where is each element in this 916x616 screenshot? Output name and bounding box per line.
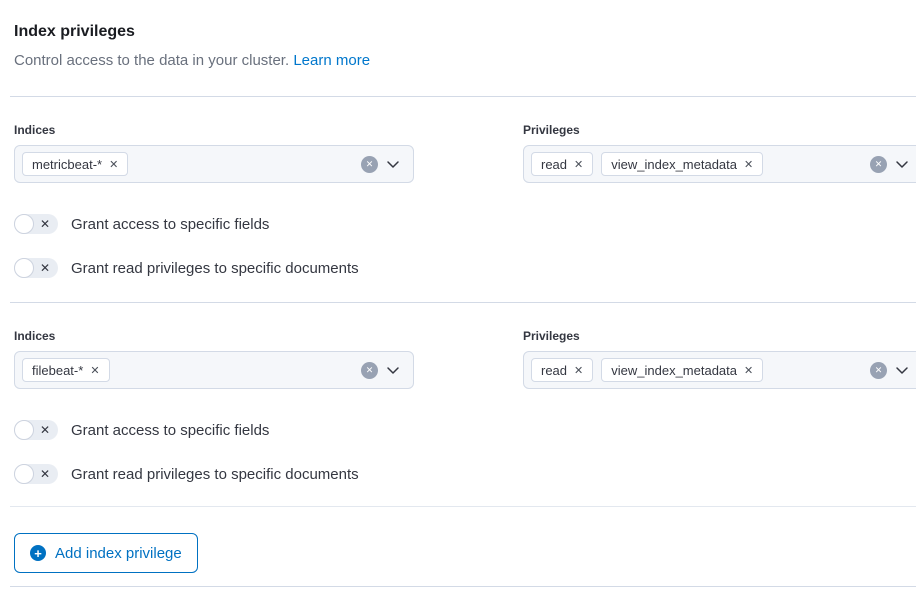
- switch-off-icon: ✕: [40, 218, 50, 230]
- privileges-label: Privileges: [523, 329, 916, 344]
- page-title: Index privileges: [14, 23, 916, 41]
- divider: [10, 302, 916, 303]
- remove-tag-icon[interactable]: ✕: [574, 364, 583, 377]
- chevron-down-icon[interactable]: [385, 156, 401, 172]
- remove-tag-icon[interactable]: ✕: [744, 364, 753, 377]
- chevron-down-icon[interactable]: [894, 156, 910, 172]
- grant-documents-label: Grant read privileges to specific docume…: [71, 260, 359, 277]
- switch-knob: [14, 464, 34, 484]
- switch-off-icon: ✕: [40, 424, 50, 436]
- combo-row: filebeat-* ✕ ✕ read ✕ view_index_metadat…: [14, 351, 916, 389]
- switch-knob: [14, 214, 34, 234]
- privilege-tag[interactable]: read ✕: [531, 358, 593, 382]
- indices-combobox[interactable]: metricbeat-* ✕ ✕: [14, 145, 414, 183]
- clear-selection-icon[interactable]: ✕: [870, 156, 887, 173]
- remove-tag-icon[interactable]: ✕: [574, 158, 583, 171]
- add-index-privilege-button[interactable]: + Add index privilege: [14, 533, 198, 573]
- switch-off-icon: ✕: [40, 468, 50, 480]
- privileges-combobox[interactable]: read ✕ view_index_metadata ✕ ✕: [523, 351, 916, 389]
- privilege-tag-label: read: [541, 157, 567, 172]
- grant-fields-switch[interactable]: ✕: [14, 214, 58, 234]
- remove-tag-icon[interactable]: ✕: [744, 158, 753, 171]
- plus-in-circle-icon: +: [30, 545, 46, 561]
- page-description: Control access to the data in your clust…: [14, 52, 916, 70]
- remove-tag-icon[interactable]: ✕: [109, 158, 118, 171]
- combo-row: metricbeat-* ✕ ✕ read ✕ view_index_metad…: [14, 145, 916, 183]
- grant-documents-label: Grant read privileges to specific docume…: [71, 466, 359, 483]
- grant-fields-label: Grant access to specific fields: [71, 422, 269, 439]
- divider: [10, 506, 916, 507]
- indices-label: Indices: [14, 329, 414, 344]
- clear-selection-icon[interactable]: ✕: [361, 156, 378, 173]
- privilege-tag-label: read: [541, 363, 567, 378]
- indices-combobox[interactable]: filebeat-* ✕ ✕: [14, 351, 414, 389]
- privilege-tag[interactable]: view_index_metadata ✕: [601, 152, 763, 176]
- index-tag[interactable]: filebeat-* ✕: [22, 358, 110, 382]
- switch-knob: [14, 258, 34, 278]
- labels-row: Indices Privileges: [14, 123, 916, 138]
- divider: [10, 96, 916, 97]
- field-security-toggle-row: ✕ Grant access to specific fields: [14, 214, 916, 234]
- privilege-tag[interactable]: view_index_metadata ✕: [601, 358, 763, 382]
- switch-knob: [14, 420, 34, 440]
- add-index-privilege-label: Add index privilege: [55, 545, 182, 562]
- privilege-tag[interactable]: read ✕: [531, 152, 593, 176]
- remove-tag-icon[interactable]: ✕: [90, 364, 99, 377]
- learn-more-link[interactable]: Learn more: [293, 52, 370, 69]
- index-tag-label: filebeat-*: [32, 363, 83, 378]
- grant-fields-label: Grant access to specific fields: [71, 216, 269, 233]
- clear-selection-icon[interactable]: ✕: [361, 362, 378, 379]
- index-tag-label: metricbeat-*: [32, 157, 102, 172]
- chevron-down-icon[interactable]: [894, 362, 910, 378]
- description-text: Control access to the data in your clust…: [14, 52, 289, 69]
- grant-fields-switch[interactable]: ✕: [14, 420, 58, 440]
- index-tag[interactable]: metricbeat-* ✕: [22, 152, 128, 176]
- indices-label: Indices: [14, 123, 414, 138]
- privilege-tag-label: view_index_metadata: [611, 363, 737, 378]
- grant-documents-switch[interactable]: ✕: [14, 258, 58, 278]
- clear-selection-icon[interactable]: ✕: [870, 362, 887, 379]
- document-security-toggle-row: ✕ Grant read privileges to specific docu…: [14, 258, 916, 278]
- divider: [10, 586, 916, 587]
- switch-off-icon: ✕: [40, 262, 50, 274]
- chevron-down-icon[interactable]: [385, 362, 401, 378]
- privileges-label: Privileges: [523, 123, 916, 138]
- field-security-toggle-row: ✕ Grant access to specific fields: [14, 420, 916, 440]
- privileges-combobox[interactable]: read ✕ view_index_metadata ✕ ✕: [523, 145, 916, 183]
- privilege-tag-label: view_index_metadata: [611, 157, 737, 172]
- labels-row: Indices Privileges: [14, 329, 916, 344]
- document-security-toggle-row: ✕ Grant read privileges to specific docu…: [14, 464, 916, 484]
- grant-documents-switch[interactable]: ✕: [14, 464, 58, 484]
